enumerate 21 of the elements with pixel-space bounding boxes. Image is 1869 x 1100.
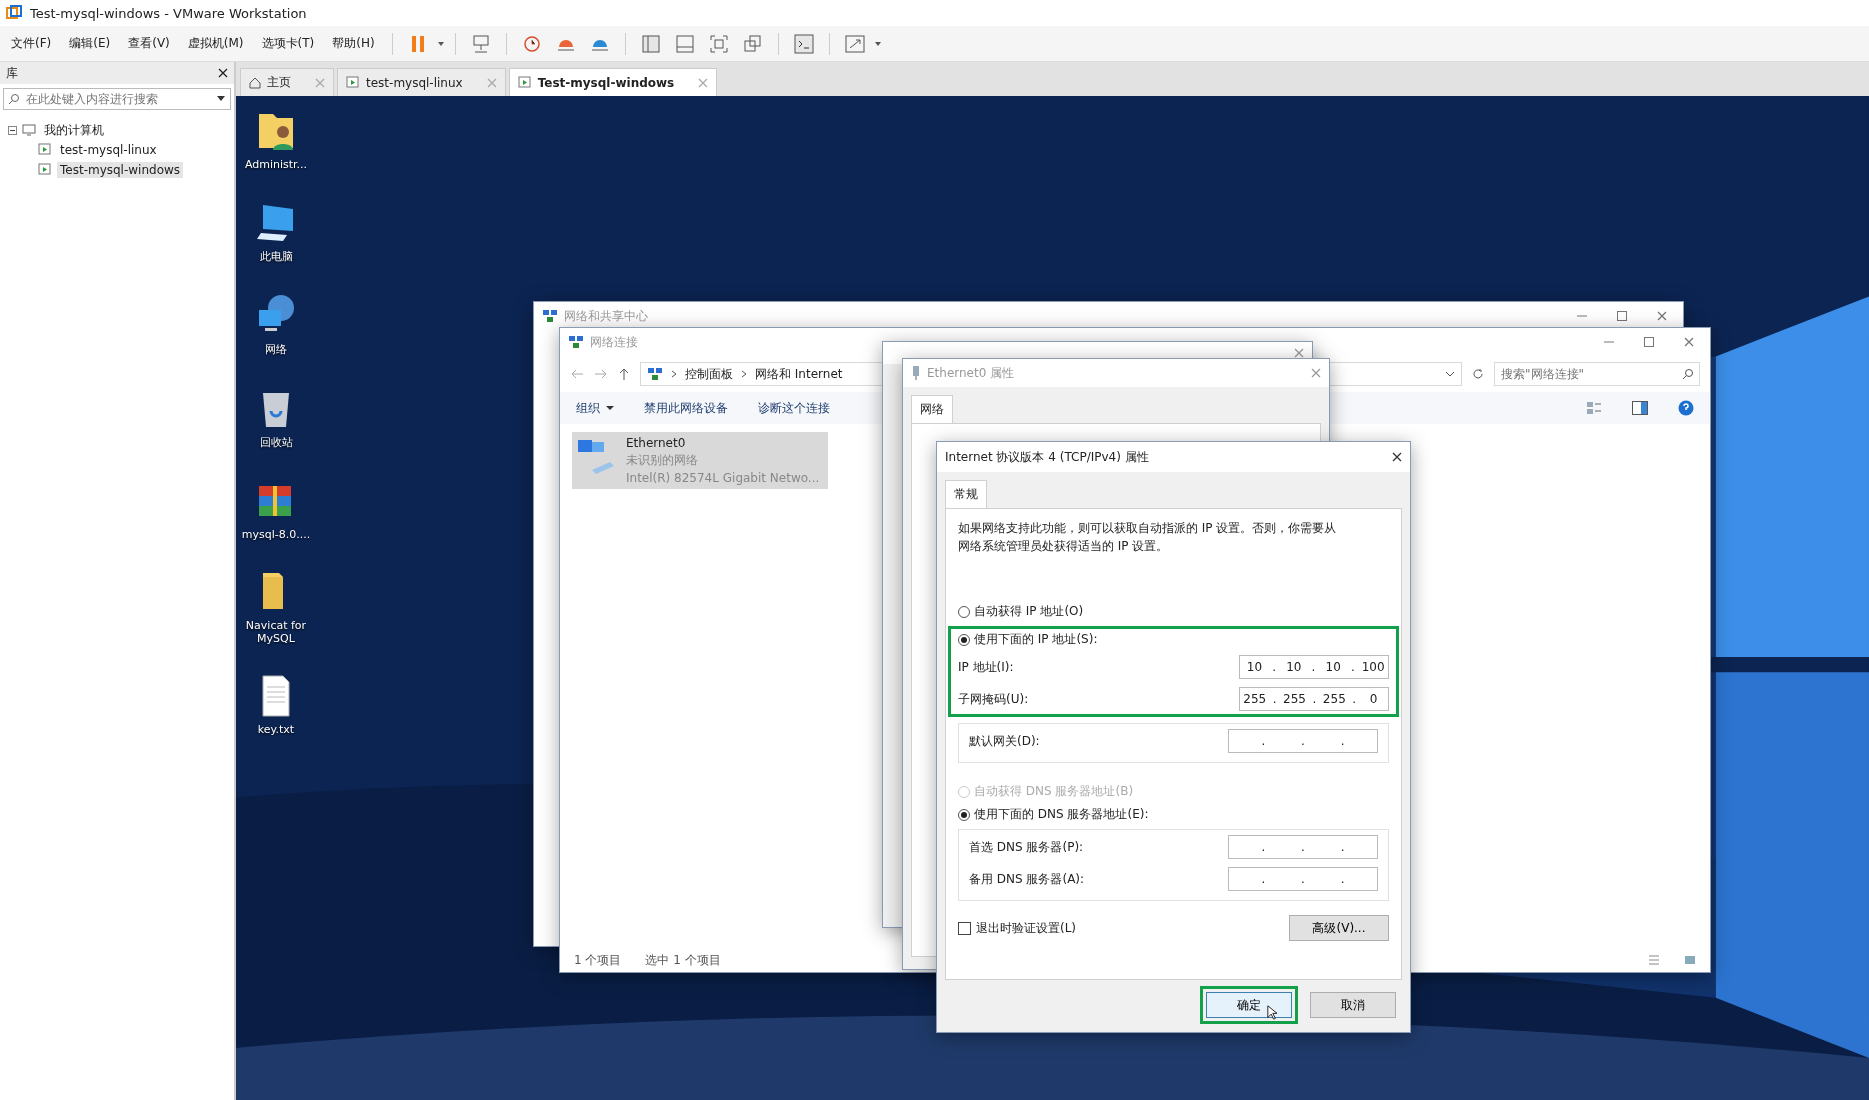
field-label: IP 地址(I): bbox=[958, 658, 1014, 676]
radio-label: 自动获得 IP 地址(O) bbox=[974, 603, 1084, 620]
window-title: Ethernet0 属性 bbox=[927, 364, 1015, 382]
radio-label: 自动获得 DNS 服务器地址(B) bbox=[974, 783, 1134, 800]
panel-title: 库 bbox=[6, 64, 18, 82]
window-title: 网络和共享中心 bbox=[564, 307, 648, 325]
adapter-status: 未识别的网络 bbox=[626, 452, 699, 469]
field-label: 子网掩码(U): bbox=[958, 690, 1029, 708]
radio-label: 使用下面的 IP 地址(S): bbox=[974, 631, 1098, 648]
adapter-name: Ethernet0 bbox=[626, 436, 687, 450]
field-label: 备用 DNS 服务器(A): bbox=[969, 870, 1085, 888]
window-title: Test-mysql-windows - VMware Workstation bbox=[30, 5, 307, 21]
window-title: 网络连接 bbox=[590, 333, 638, 351]
description-text: 如果网络支持此功能，则可以获取自动指派的 IP 设置。否则，你需要从网络系统管理员处获得适当的 IP 设置。 bbox=[958, 520, 1338, 555]
radio-label: 使用下面的 DNS 服务器地址(E): bbox=[974, 806, 1149, 823]
field-label: 默认网关(D): bbox=[969, 732, 1040, 750]
adapter-description: Intel(R) 82574L Gigabit Netwo... bbox=[626, 471, 820, 485]
status-text: 1 个项目 bbox=[574, 951, 622, 969]
dialog-title: Internet 协议版本 4 (TCP/IPv4) 属性 bbox=[945, 448, 1149, 466]
field-label: 首选 DNS 服务器(P): bbox=[969, 838, 1084, 856]
status-text: 选中 1 个项目 bbox=[645, 951, 721, 969]
